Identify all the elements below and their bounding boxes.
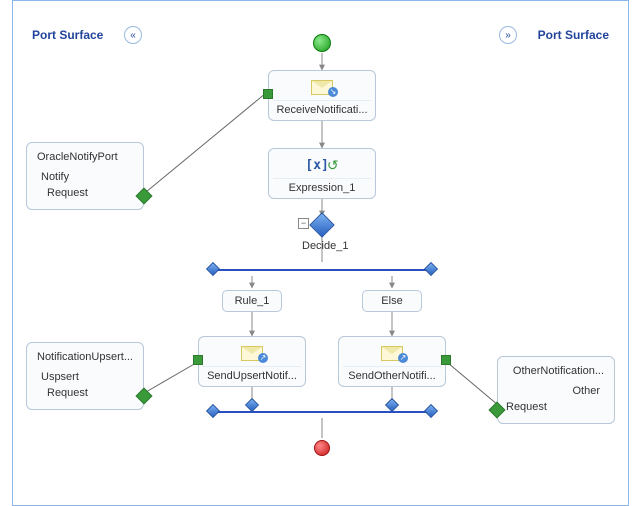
collapse-right-button[interactable]: » <box>499 26 517 44</box>
oracle-notify-connector[interactable] <box>136 188 153 205</box>
receive-message-icon: ↘ <box>309 77 335 97</box>
start-shape[interactable] <box>313 34 331 52</box>
canvas-border-right <box>628 0 629 506</box>
merge-right-diamond <box>424 404 438 418</box>
canvas-border-left <box>12 0 13 506</box>
oracle-notify-port-title: OracleNotifyPort <box>35 149 135 165</box>
decide-collapse-button[interactable]: − <box>298 218 309 229</box>
branch-join-right-diamond <box>385 398 399 412</box>
decide-shape-label: Decide_1 <box>302 240 348 252</box>
oracle-notify-port[interactable]: OracleNotifyPort Notify Request <box>26 142 144 210</box>
canvas-border-top <box>12 0 629 1</box>
send-upsert-shape[interactable]: ↗ SendUpsertNotif... <box>198 336 306 387</box>
oracle-notify-request[interactable]: Request <box>35 185 135 201</box>
rule-branch-label[interactable]: Rule_1 <box>222 290 282 312</box>
else-branch-label[interactable]: Else <box>362 290 422 312</box>
send-other-port-connector[interactable] <box>441 355 451 365</box>
port-surface-right-label: Port Surface <box>538 28 609 42</box>
end-shape[interactable] <box>314 440 330 456</box>
expression-shape-label: Expression_1 <box>273 178 371 194</box>
merge-left-diamond <box>206 404 220 418</box>
notification-upsert-port[interactable]: NotificationUpsert... Uspsert Request <box>26 342 144 410</box>
receive-shape[interactable]: ↘ ReceiveNotificati... <box>268 70 376 121</box>
notification-upsert-request[interactable]: Request <box>35 385 135 401</box>
other-notification-title: OtherNotification... <box>506 363 606 379</box>
receive-port-connector[interactable] <box>263 89 273 99</box>
branch-split-right-diamond <box>424 262 438 276</box>
send-upsert-label: SendUpsertNotif... <box>203 366 301 382</box>
other-notification-connector[interactable] <box>489 402 506 419</box>
port-surface-left-label: Port Surface <box>32 28 103 42</box>
orchestration-canvas[interactable]: Port Surface « Port Surface » ↘ ReceiveN… <box>0 0 641 506</box>
decide-shape[interactable] <box>309 212 334 237</box>
other-notification-port[interactable]: OtherNotification... Other Request <box>497 356 615 424</box>
receive-shape-label: ReceiveNotificati... <box>273 100 371 116</box>
other-notification-request[interactable]: Request <box>506 399 606 415</box>
notification-upsert-title: NotificationUpsert... <box>35 349 135 365</box>
branch-join-left-diamond <box>245 398 259 412</box>
send-upsert-port-connector[interactable] <box>193 355 203 365</box>
other-notification-operation[interactable]: Other <box>506 383 606 399</box>
collapse-left-button[interactable]: « <box>124 26 142 44</box>
send-other-label: SendOtherNotifi... <box>343 366 441 382</box>
send-other-shape[interactable]: ↗ SendOtherNotifi... <box>338 336 446 387</box>
expression-shape[interactable]: [x]↺ Expression_1 <box>268 148 376 199</box>
oracle-notify-operation[interactable]: Notify <box>35 169 135 185</box>
notification-upsert-operation[interactable]: Uspsert <box>35 369 135 385</box>
expression-icon: [x]↺ <box>309 155 335 175</box>
branch-split-left-diamond <box>206 262 220 276</box>
send-upsert-icon: ↗ <box>239 343 265 363</box>
notification-upsert-connector[interactable] <box>136 388 153 405</box>
send-other-icon: ↗ <box>379 343 405 363</box>
